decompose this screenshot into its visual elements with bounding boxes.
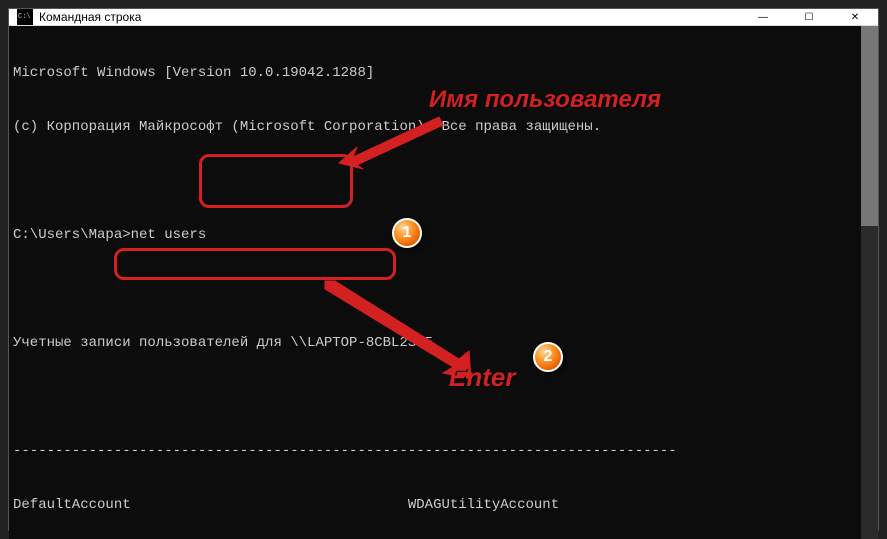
output-line: DefaultAccount WDAGUtilityAccount [13,496,857,514]
window-title: Командная строка [39,10,740,24]
output-line: Microsoft Windows [Version 10.0.19042.12… [13,64,857,82]
terminal-output[interactable]: Microsoft Windows [Version 10.0.19042.12… [9,26,861,539]
output-line: Учетные записи пользователей для \\LAPTO… [13,334,857,352]
output-line [13,280,857,298]
cmd-window: Командная строка — ☐ ✕ Microsoft Windows… [8,8,879,531]
minimize-button[interactable]: — [740,9,786,25]
cmd-icon [17,9,33,25]
titlebar[interactable]: Командная строка — ☐ ✕ [9,9,878,26]
close-button[interactable]: ✕ [832,9,878,25]
output-line: ----------------------------------------… [13,442,857,460]
scrollbar-thumb[interactable] [861,26,878,226]
maximize-button[interactable]: ☐ [786,9,832,25]
terminal-area: Microsoft Windows [Version 10.0.19042.12… [9,26,878,539]
output-line: (c) Корпорация Майкрософт (Microsoft Cor… [13,118,857,136]
output-line [13,388,857,406]
prompt-line: C:\Users\Мара>net users [13,226,857,244]
output-line [13,172,857,190]
vertical-scrollbar[interactable] [861,26,878,539]
window-controls: — ☐ ✕ [740,9,878,25]
